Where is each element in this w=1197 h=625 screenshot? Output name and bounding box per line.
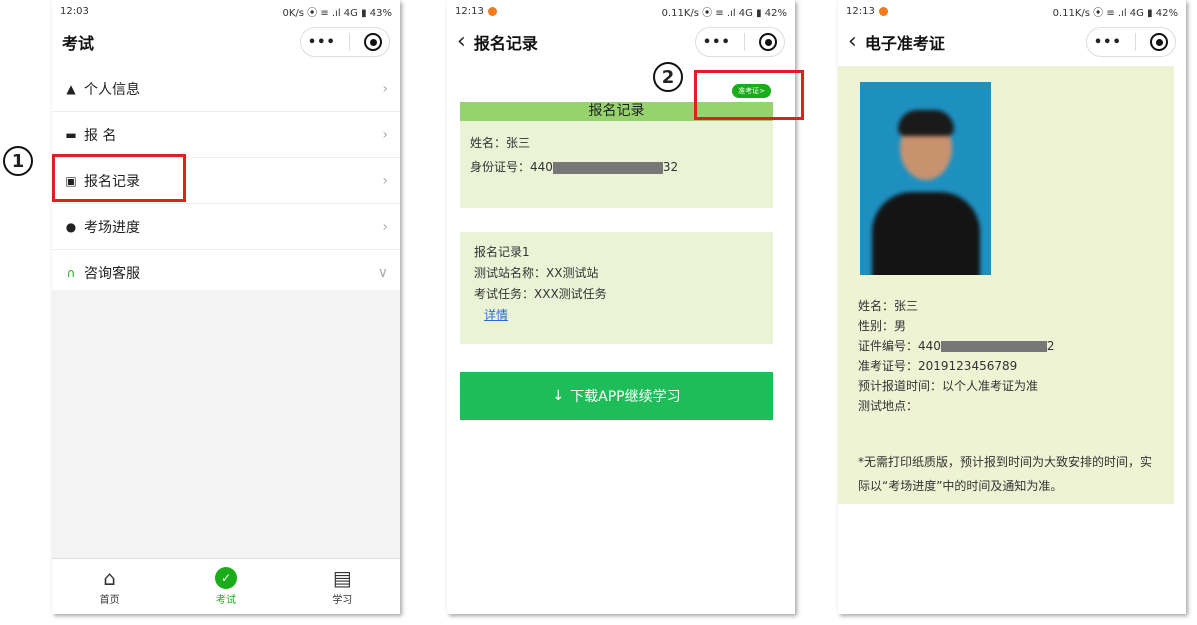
tab-label: 首页 [99,595,120,606]
exam-icon: ✓ [214,567,237,589]
more-icon[interactable]: ••• [1094,35,1122,50]
tab-label: 考试 [215,595,236,606]
menu-item-label: 个人信息 [84,81,140,98]
phone-exam-screen: 12:03 0K/s ⦿ ≡ .ıl 4G ▮ 43% 考试 ••• ▲ 个人信息… [52,0,400,614]
record-item: 报名记录1 测试站名称：XX测试站 考试任务：XXX测试任务 详情 [460,232,773,344]
status-time: 12:13 [455,5,484,17]
close-miniprogram-icon[interactable] [364,33,383,51]
user-icon: ▲ [66,81,76,96]
nav-bar: 考试 ••• [52,22,400,62]
exam-location: 测试地点： [858,399,919,413]
report-time: 预计报道时间：以个人准考证为准 [858,379,1039,393]
status-bar: 12:03 0K/s ⦿ ≡ .ıl 4G ▮ 43% [52,0,400,22]
headset-icon: ∩ [66,265,76,280]
applicant-name: 姓名：张三 [470,136,531,150]
menu-item-label: 报 名 [84,127,117,144]
menu-item-label: 考场进度 [84,219,140,236]
nav-bar: ‹ 电子准考证 ••• [838,22,1186,62]
status-time: 12:13 [846,5,875,17]
tab-bar: ⌂ 首页 ✓ 考试 ▤ 学习 [52,558,400,614]
notification-icon [487,6,497,16]
chevron-right-icon: › [382,80,388,97]
highlight-box-step2 [694,70,804,120]
detail-link[interactable]: 详情 [474,308,508,322]
admit-card-info: 姓名：张三 性别：男 证件编号：440 2 准考证号：2019123456789 … [858,296,1055,416]
phone-admit-card-screen: 12:13 0.11K/s ⦿ ≡ .ıl 4G ▮ 42% ‹ 电子准考证 •… [838,0,1186,614]
step-number-2: 2 [653,62,683,92]
clock-icon: ● [65,219,77,234]
redaction-mask [552,161,663,174]
station-name: 测试站名称：XX测试站 [474,266,599,280]
admit-card: 姓名：张三 性别：男 证件编号：440 2 准考证号：2019123456789 … [838,66,1174,504]
menu-item-personal-info[interactable]: ▲ 个人信息 › [52,66,400,112]
status-indicators: 0.11K/s ⦿ ≡ .ıl 4G ▮ 42% [1052,7,1178,19]
download-app-button[interactable]: ↓ 下载APP继续学习 [460,372,773,420]
certificate-number: 证件编号：440 2 [858,339,1055,353]
notification-icon [878,6,888,16]
miniprogram-capsule: ••• [300,27,390,57]
more-icon[interactable]: ••• [703,35,731,50]
more-icon[interactable]: ••• [308,35,336,50]
home-icon: ⌂ [103,566,116,590]
chevron-down-icon: ∨ [377,264,388,281]
close-miniprogram-icon[interactable] [1150,33,1169,51]
arrow-down-icon: ↓ [552,388,565,404]
close-miniprogram-icon[interactable] [759,33,778,51]
step-number-1: 1 [3,146,33,176]
id-card-icon: ▬ [65,127,77,142]
highlight-box-step1 [52,154,186,202]
chevron-right-icon: › [382,126,388,143]
redaction-mask [940,341,1047,352]
download-label: 下载APP继续学习 [570,389,681,405]
status-time: 12:03 [60,5,89,17]
tab-exam[interactable]: ✓ 考试 [214,567,237,606]
admit-card-number: 准考证号：2019123456789 [858,359,1018,373]
applicant-name: 姓名：张三 [858,299,919,313]
exam-task: 考试任务：XXX测试任务 [474,287,607,301]
back-icon[interactable]: ‹ [848,31,857,53]
tab-home[interactable]: ⌂ 首页 [100,567,120,606]
empty-area [52,290,400,558]
miniprogram-capsule: ••• [1086,27,1176,57]
status-indicators: 0.11K/s ⦿ ≡ .ıl 4G ▮ 42% [661,7,787,19]
status-bar: 12:13 0.11K/s ⦿ ≡ .ıl 4G ▮ 42% [838,0,1186,22]
applicant-gender: 性别：男 [858,319,907,333]
status-indicators: 0K/s ⦿ ≡ .ıl 4G ▮ 43% [282,7,392,19]
menu-item-register[interactable]: ▬ 报 名 › [52,112,400,158]
page-title: 电子准考证 [864,34,945,53]
page-title: 考试 [62,34,95,53]
nav-bar: ‹ 报名记录 ••• [447,22,795,62]
page-title: 报名记录 [473,34,538,53]
status-bar: 12:13 0.11K/s ⦿ ≡ .ıl 4G ▮ 42% [447,0,795,22]
back-icon[interactable]: ‹ [457,31,466,53]
book-icon: ▤ [332,566,352,590]
miniprogram-capsule: ••• [695,27,785,57]
chevron-right-icon: › [382,172,388,189]
tab-study[interactable]: ▤ 学习 [332,567,352,606]
record-title: 报名记录1 [474,245,530,259]
chevron-right-icon: › [382,218,388,235]
menu-item-exam-progress[interactable]: ● 考场进度 › [52,204,400,250]
tab-label: 学习 [332,595,353,606]
menu-item-label: 咨询客服 [84,265,140,282]
applicant-id: 身份证号：440 32 [470,160,679,174]
applicant-photo [860,82,991,275]
admit-card-note: *无需打印纸质版，预计报到时间为大致安排的时间，实际以“考场进度”中的时间及通知… [858,455,1153,493]
